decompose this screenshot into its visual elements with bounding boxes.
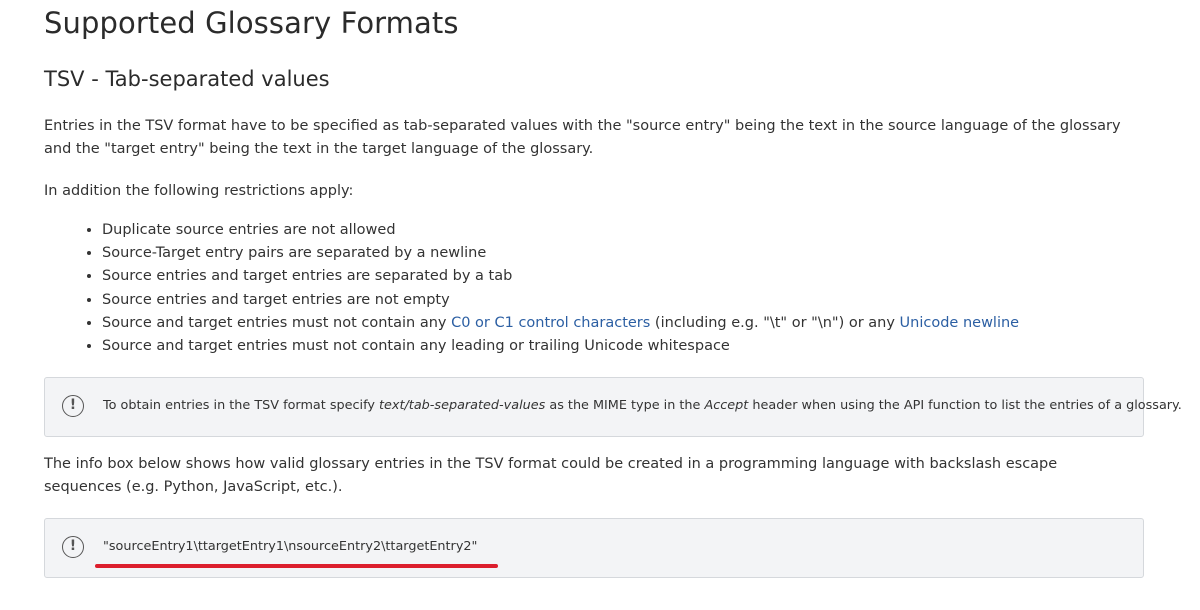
list-item-text: Source entries and target entries are se… [102, 268, 513, 285]
list-item-text: Source entries and target entries are no… [102, 291, 450, 308]
example-code-text: "sourceEntry1\ttargetEntry1\nsourceEntry… [103, 539, 478, 554]
list-item: Duplicate source entries are not allowed [102, 219, 1019, 242]
info-text-part: as the MIME type in the [545, 398, 705, 413]
control-characters-link[interactable]: C0 or C1 control characters [451, 315, 650, 331]
list-item: Source and target entries must not conta… [102, 312, 1019, 335]
intro-paragraph: Entries in the TSV format have to be spe… [44, 118, 1121, 157]
list-item: Source and target entries must not conta… [102, 335, 1019, 358]
page-title: Supported Glossary Formats [44, 6, 459, 40]
accept-header-emphasis: Accept [704, 398, 749, 413]
info-text-part: header when using the API function to li… [748, 398, 1182, 413]
exclamation-circle-icon: ! [62, 536, 84, 558]
unicode-newline-link[interactable]: Unicode newline [900, 315, 1020, 331]
list-item: Source-Target entry pairs are separated … [102, 242, 1019, 265]
section-title: TSV - Tab-separated values [44, 67, 330, 91]
mime-type-emphasis: text/tab-separated-values [379, 398, 546, 413]
red-highlight-underline [95, 564, 498, 568]
info-box-mime-type: ! To obtain entries in the TSV format sp… [44, 377, 1182, 437]
list-item-text: (including e.g. "\t" or "\n") or any [650, 314, 900, 331]
example-paragraph: The info box below shows how valid gloss… [44, 456, 1058, 495]
info-text-part: To obtain entries in the TSV format spec… [103, 398, 380, 413]
list-item-text: Source-Target entry pairs are separated … [102, 245, 487, 262]
list-item: Source entries and target entries are no… [102, 289, 1019, 312]
list-item: Source entries and target entries are se… [102, 265, 1019, 288]
restrictions-intro: In addition the following restrictions a… [44, 183, 354, 199]
restrictions-list: Duplicate source entries are not allowed… [44, 219, 1019, 358]
info-box-example: ! "sourceEntry1\ttargetEntry1\nsourceEnt… [44, 518, 1144, 578]
list-item-text: Source and target entries must not conta… [102, 314, 452, 331]
list-item-text: Source and target entries must not conta… [102, 338, 730, 355]
exclamation-circle-icon: ! [62, 395, 84, 417]
list-item-text: Duplicate source entries are not allowed [102, 222, 396, 238]
info-box-text: To obtain entries in the TSV format spec… [103, 398, 1182, 413]
